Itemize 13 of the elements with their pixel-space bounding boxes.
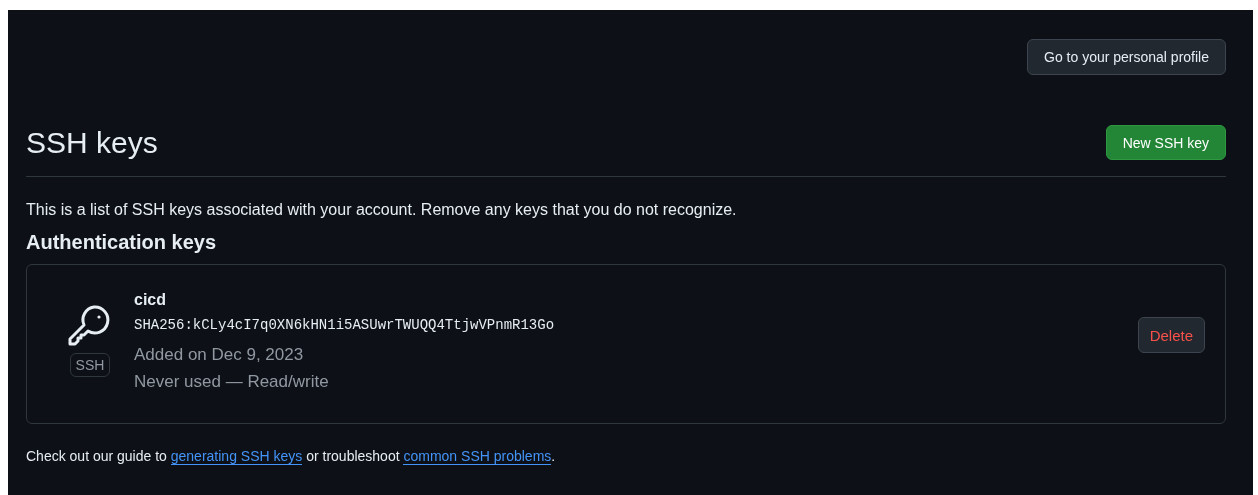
page-title: SSH keys [26,125,158,160]
help-text: Check out our guide to generating SSH keys or troubleshoot common SSH problems. [26,448,557,464]
profile-button[interactable]: Go to your personal profile [1027,39,1226,75]
section-title: Authentication keys [26,231,218,254]
ssh-label: SSH [69,353,111,377]
intro-text: This is a list of SSH keys associated with your account. Remove any keys that you do not recognize. [26,201,738,219]
key-name: cicd [134,291,167,310]
delete-button[interactable]: Delete [1137,317,1205,353]
added-date: Added on Dec 9, 2023 [134,345,305,366]
key-fingerprint: SHA256:kCLy4cI7q0XN6kHN1i5ASUwrTWUQQ4TtjwVPnmR13Go [134,317,556,335]
key-usage: Never used — Read/write [134,372,330,393]
help-link[interactable]: generating SSH keys [170,448,303,465]
new-ssh-key-button[interactable]: New SSH key [1105,125,1226,160]
